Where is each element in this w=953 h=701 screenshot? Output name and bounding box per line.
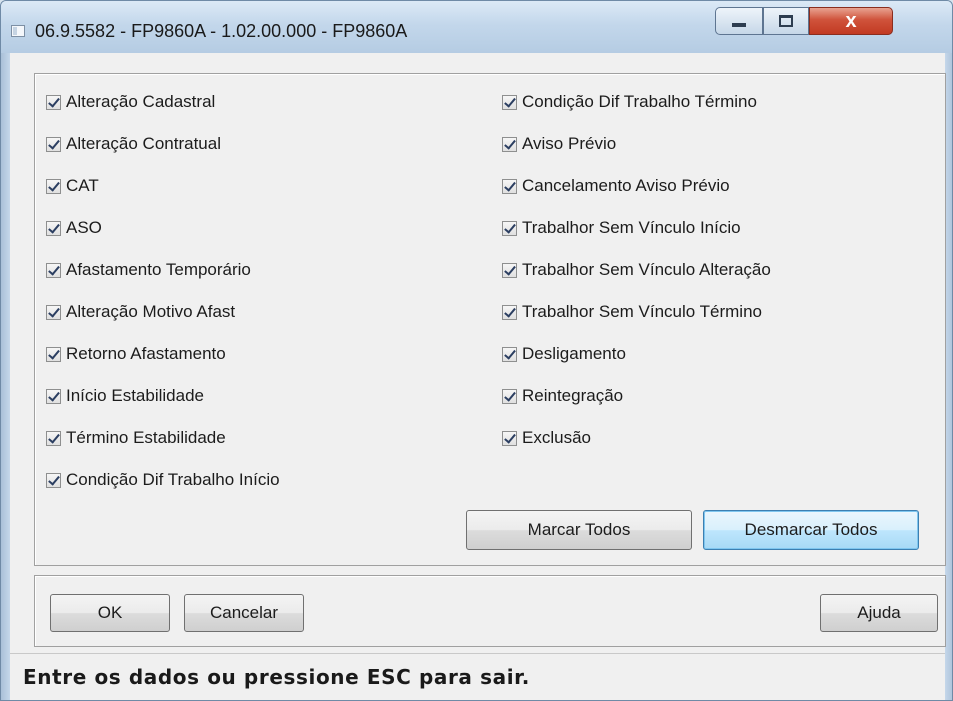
checkbox-label: Início Estabilidade: [66, 386, 204, 405]
checkbox-label: CAT: [66, 176, 99, 195]
minimize-icon: [732, 23, 746, 27]
window-frame-left: [1, 53, 10, 700]
checkbox-label: Reintegração: [522, 386, 624, 405]
checkbox-checked-icon[interactable]: [46, 262, 61, 278]
checkbox-checked-icon[interactable]: [46, 388, 61, 404]
checkbox-label: Cancelamento Aviso Prévio: [522, 176, 730, 195]
status-message: Entre os dados ou pressione ESC para sai…: [23, 665, 530, 689]
checkbox-label: ASO: [66, 218, 102, 237]
checkbox-label: Aviso Prévio: [522, 134, 617, 153]
cancel-button[interactable]: Cancelar: [184, 594, 304, 632]
checkbox-checked-icon[interactable]: [502, 388, 517, 404]
app-window-icon[interactable]: [11, 25, 25, 37]
checkbox-cancelamento-aviso-previo[interactable]: Cancelamento Aviso Prévio: [502, 174, 730, 198]
checkbox-cat[interactable]: CAT: [46, 174, 99, 198]
checkbox-aviso-previo[interactable]: Aviso Prévio: [502, 132, 616, 156]
window-title: 06.9.5582 - FP9860A - 1.02.00.000 - FP98…: [35, 21, 408, 41]
checkbox-trabalhor-sem-vinculo-termino[interactable]: Trabalhor Sem Vínculo Término: [502, 300, 762, 324]
checkbox-label: Afastamento Temporário: [66, 260, 251, 279]
checkbox-checked-icon[interactable]: [46, 304, 61, 320]
window-frame-right: [945, 53, 952, 700]
checkbox-alteracao-contratual[interactable]: Alteração Contratual: [46, 132, 221, 156]
checkbox-retorno-afastamento[interactable]: Retorno Afastamento: [46, 342, 226, 366]
status-bar: Entre os dados ou pressione ESC para sai…: [10, 653, 945, 700]
checkbox-trabalhor-sem-vinculo-inicio[interactable]: Trabalhor Sem Vínculo Início: [502, 216, 741, 240]
dialog-window: 06.9.5582 - FP9860A - 1.02.00.000 - FP98…: [0, 0, 953, 701]
checkbox-checked-icon[interactable]: [46, 136, 61, 152]
checkbox-checked-icon[interactable]: [502, 94, 517, 110]
checkbox-label: Retorno Afastamento: [66, 344, 226, 363]
checkbox-desligamento[interactable]: Desligamento: [502, 342, 626, 366]
checkbox-checked-icon[interactable]: [46, 94, 61, 110]
checkbox-checked-icon[interactable]: [502, 262, 517, 278]
checkbox-label: Exclusão: [522, 428, 591, 447]
checkbox-reintegracao[interactable]: Reintegração: [502, 384, 623, 408]
checkbox-label: Término Estabilidade: [66, 428, 226, 447]
checkbox-checked-icon[interactable]: [46, 472, 61, 488]
deselect-all-button[interactable]: Desmarcar Todos: [703, 510, 919, 550]
checkbox-label: Trabalhor Sem Vínculo Término: [522, 302, 762, 321]
checkbox-inicio-estabilidade[interactable]: Início Estabilidade: [46, 384, 204, 408]
checkbox-trabalhor-sem-vinculo-alteracao[interactable]: Trabalhor Sem Vínculo Alteração: [502, 258, 771, 282]
checkbox-alteracao-cadastral[interactable]: Alteração Cadastral: [46, 90, 215, 114]
checkbox-checked-icon[interactable]: [502, 220, 517, 236]
minimize-button[interactable]: [715, 7, 763, 35]
checkbox-alteracao-motivo-afast[interactable]: Alteração Motivo Afast: [46, 300, 235, 324]
maximize-icon: [779, 15, 793, 27]
checkbox-label: Condição Dif Trabalho Início: [66, 470, 280, 489]
checkbox-label: Condição Dif Trabalho Término: [522, 92, 757, 111]
help-button[interactable]: Ajuda: [820, 594, 938, 632]
checkbox-label: Trabalhor Sem Vínculo Alteração: [522, 260, 771, 279]
checkbox-checked-icon[interactable]: [46, 346, 61, 362]
title-bar[interactable]: 06.9.5582 - FP9860A - 1.02.00.000 - FP98…: [1, 1, 952, 53]
checkbox-afastamento-temporario[interactable]: Afastamento Temporário: [46, 258, 251, 282]
checkbox-condicao-dif-trabalho-inicio[interactable]: Condição Dif Trabalho Início: [46, 468, 280, 492]
close-button[interactable]: x: [809, 7, 893, 35]
checkbox-exclusao[interactable]: Exclusão: [502, 426, 591, 450]
checkbox-checked-icon[interactable]: [502, 346, 517, 362]
checkbox-checked-icon[interactable]: [46, 178, 61, 194]
checkbox-label: Alteração Cadastral: [66, 92, 216, 111]
checkbox-condicao-dif-trabalho-termino[interactable]: Condição Dif Trabalho Término: [502, 90, 757, 114]
checkbox-checked-icon[interactable]: [46, 220, 61, 236]
footer-panel: [34, 575, 946, 647]
checkbox-aso[interactable]: ASO: [46, 216, 102, 240]
maximize-button[interactable]: [763, 7, 809, 35]
checkbox-label: Alteração Motivo Afast: [66, 302, 236, 321]
select-all-button[interactable]: Marcar Todos: [466, 510, 692, 550]
checkbox-checked-icon[interactable]: [502, 178, 517, 194]
checkbox-label: Trabalhor Sem Vínculo Início: [522, 218, 741, 237]
checkbox-termino-estabilidade[interactable]: Término Estabilidade: [46, 426, 226, 450]
checkbox-label: Desligamento: [522, 344, 626, 363]
ok-button[interactable]: OK: [50, 594, 170, 632]
checkbox-checked-icon[interactable]: [502, 136, 517, 152]
checkbox-checked-icon[interactable]: [502, 304, 517, 320]
checkbox-label: Alteração Contratual: [66, 134, 221, 153]
checkbox-checked-icon[interactable]: [502, 430, 517, 446]
checkbox-checked-icon[interactable]: [46, 430, 61, 446]
dialog-body: Alteração Cadastral Alteração Contratual…: [10, 53, 946, 700]
close-icon: x: [845, 10, 857, 32]
